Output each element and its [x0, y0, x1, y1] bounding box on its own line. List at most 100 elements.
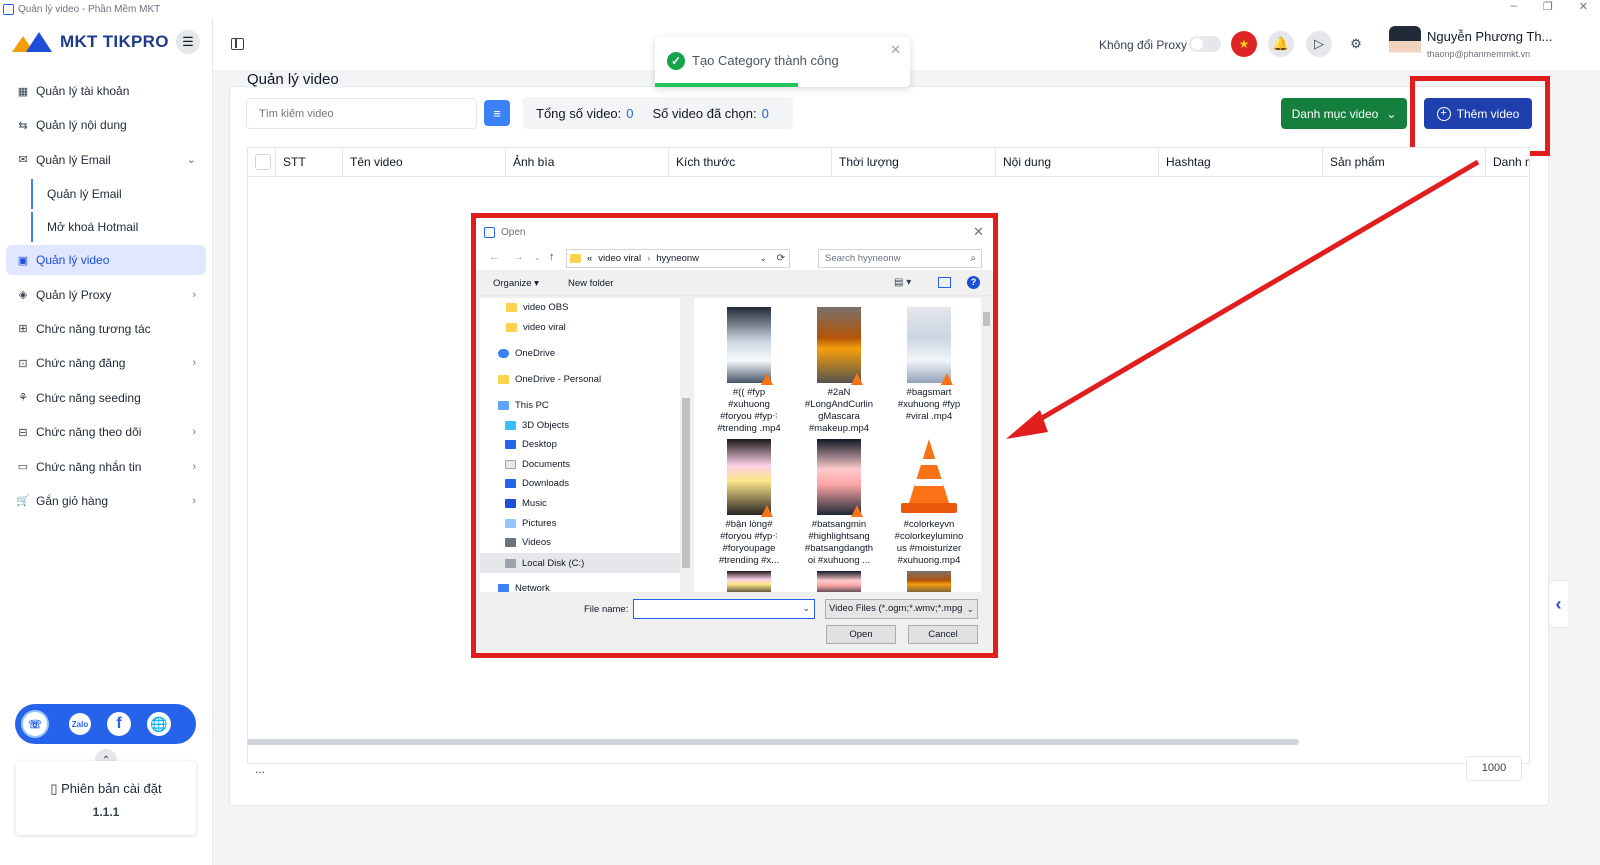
- file-item[interactable]: #(( #fyp #xuhuong #foryou #fyp⁖ #trendin…: [707, 307, 791, 435]
- cancel-button[interactable]: Cancel: [908, 625, 978, 644]
- col-name[interactable]: Tên video: [342, 148, 403, 177]
- pictures-icon: [505, 519, 516, 528]
- tree-scrollbar[interactable]: [680, 298, 692, 592]
- sidebar-item-email[interactable]: ✉ Quản lý Email ⌄: [6, 145, 206, 175]
- sidebar-item-interact[interactable]: ⊞ Chức năng tương tác: [6, 314, 206, 344]
- video-thumbnail[interactable]: [817, 571, 861, 592]
- restore-button[interactable]: ❐: [1543, 0, 1553, 13]
- col-stt[interactable]: STT: [275, 148, 306, 177]
- close-icon[interactable]: ✕: [973, 224, 984, 240]
- avatar[interactable]: [1389, 26, 1421, 64]
- bell-icon[interactable]: 🔔: [1268, 31, 1294, 57]
- dialog-search-input[interactable]: Search hyyneonw ⌕: [818, 249, 982, 268]
- zalo-icon[interactable]: Zalo: [69, 713, 91, 735]
- select-all-checkbox[interactable]: [255, 154, 271, 170]
- organize-button[interactable]: Organize ▾: [493, 278, 539, 289]
- file-name-line: oi #xuhuong ...: [807, 555, 871, 566]
- breadcrumb-video-viral[interactable]: video viral: [598, 253, 641, 264]
- menu-toggle-button[interactable]: ☰: [176, 30, 200, 54]
- tree-item[interactable]: Documents: [505, 459, 570, 470]
- expand-panel-tab[interactable]: ‹: [1548, 580, 1568, 628]
- logo[interactable]: MKT TIKPRO: [12, 32, 169, 52]
- col-category[interactable]: Danh m: [1485, 148, 1529, 177]
- facebook-icon[interactable]: f: [107, 712, 131, 736]
- play-icon[interactable]: ▷: [1306, 31, 1332, 57]
- close-icon[interactable]: ✕: [890, 42, 901, 58]
- sidebar-item-post[interactable]: ⊡ Chức năng đăng ›: [6, 348, 206, 378]
- support-icon[interactable]: ☏: [21, 710, 49, 738]
- page-size-select[interactable]: 1000: [1466, 756, 1522, 781]
- gear-icon[interactable]: ⚙: [1343, 31, 1369, 57]
- sidebar-item-content[interactable]: ⇆ Quản lý nội dung: [6, 110, 206, 140]
- sidebar-item-follow[interactable]: ⊟ Chức năng theo dõi ›: [6, 417, 206, 447]
- search-input[interactable]: [246, 98, 477, 129]
- sidebar-item-seeding[interactable]: ⚘ Chức năng seeding: [6, 383, 206, 413]
- address-bar[interactable]: « video viral › hyyneonw ⌄ ⟳: [566, 249, 790, 268]
- minimize-button[interactable]: –: [1511, 0, 1517, 13]
- file-scrollbar[interactable]: [981, 298, 992, 592]
- social-bar: ☏ Zalo f 🌐: [15, 704, 196, 744]
- tree-item[interactable]: This PC: [498, 400, 549, 411]
- file-item[interactable]: #batsangmin #highlightsang #batsangdangt…: [797, 439, 881, 567]
- desktop-icon: [505, 440, 516, 449]
- sidebar-subitem-email[interactable]: Quản lý Email: [31, 179, 206, 210]
- proxy-toggle[interactable]: [1189, 36, 1221, 52]
- tree-item[interactable]: Music: [505, 498, 547, 509]
- tree-item[interactable]: Videos: [505, 537, 551, 548]
- new-folder-button[interactable]: New folder: [568, 278, 613, 289]
- col-cover[interactable]: Ảnh bìa: [505, 148, 554, 177]
- tree-item[interactable]: Network: [498, 583, 550, 592]
- sidebar-item-message[interactable]: ▭ Chức năng nhắn tin ›: [6, 452, 206, 482]
- col-content[interactable]: Nội dung: [995, 148, 1051, 177]
- breadcrumb-overflow[interactable]: «: [587, 253, 592, 264]
- scroll-thumb[interactable]: [682, 398, 690, 568]
- file-item[interactable]: #bận lòng# #foryou #fyp⁖ #foryoupage #tr…: [707, 439, 791, 567]
- preview-pane-icon[interactable]: [938, 277, 951, 288]
- tree-item[interactable]: video viral: [506, 322, 566, 333]
- tree-item[interactable]: Pictures: [505, 518, 556, 529]
- sidebar-subitem-hotmail[interactable]: Mở khoá Hotmail: [31, 212, 206, 243]
- pagination-dots[interactable]: ...: [255, 762, 265, 776]
- scroll-thumb[interactable]: [983, 312, 990, 326]
- filter-button[interactable]: ≡: [484, 100, 510, 126]
- sidebar-item-accounts[interactable]: ▦ Quản lý tài khoản: [6, 76, 206, 106]
- col-hashtag[interactable]: Hashtag: [1158, 148, 1211, 177]
- tree-item[interactable]: Downloads: [505, 478, 569, 489]
- recent-dropdown-icon[interactable]: ⌄: [534, 253, 541, 262]
- video-thumbnail[interactable]: [727, 571, 771, 592]
- help-icon[interactable]: ?: [967, 276, 980, 289]
- globe-icon[interactable]: 🌐: [147, 712, 171, 736]
- tree-item[interactable]: 3D Objects: [505, 420, 569, 431]
- vietnam-flag-icon[interactable]: ★: [1231, 31, 1257, 57]
- file-name-input[interactable]: ⌄: [633, 599, 815, 619]
- view-options-icon[interactable]: ▤ ▾: [894, 277, 911, 288]
- chevron-down-icon[interactable]: ⌄: [802, 603, 810, 614]
- tree-item[interactable]: Desktop: [505, 439, 557, 450]
- col-product[interactable]: Sản phẩm: [1322, 148, 1385, 177]
- video-category-button[interactable]: Danh mục video ⌄: [1281, 98, 1407, 129]
- tree-item[interactable]: OneDrive: [498, 348, 555, 359]
- tree-item[interactable]: video OBS: [506, 302, 568, 313]
- file-item[interactable]: #bagsmart #xuhuong #fyp #viral .mp4: [887, 307, 971, 423]
- forward-icon[interactable]: →: [513, 251, 524, 263]
- open-button[interactable]: Open: [826, 625, 896, 644]
- sidebar-item-cart[interactable]: 🛒 Gắn giỏ hàng ›: [6, 486, 206, 516]
- sidebar-item-proxy[interactable]: ◈ Quản lý Proxy ›: [6, 280, 206, 310]
- col-size[interactable]: Kích thước: [668, 148, 735, 177]
- back-icon[interactable]: ←: [489, 251, 500, 263]
- file-item[interactable]: #2aN #LongAndCurlin gMascara #makeup.mp4: [797, 307, 881, 435]
- tree-item-selected[interactable]: Local Disk (C:): [480, 553, 680, 573]
- col-duration[interactable]: Thời lượng: [831, 148, 899, 177]
- close-window-button[interactable]: ✕: [1579, 0, 1588, 13]
- breadcrumb-hyyneonw[interactable]: hyyneonw: [656, 253, 699, 264]
- horizontal-scrollbar[interactable]: [247, 739, 1299, 745]
- tree-item[interactable]: OneDrive - Personal: [498, 374, 601, 385]
- file-item[interactable]: #colorkeyvn #colorkeylumino us #moisturi…: [887, 439, 971, 567]
- layout-toggle-icon[interactable]: [231, 38, 244, 50]
- file-type-select[interactable]: Video Files (*.ogm;*.wmv;*.mpg ⌄: [825, 599, 978, 619]
- video-thumbnail[interactable]: [907, 571, 951, 592]
- sidebar-item-video[interactable]: ▣ Quản lý video: [6, 245, 206, 276]
- refresh-icon[interactable]: ⟳: [777, 253, 785, 264]
- up-icon[interactable]: ↑: [549, 251, 555, 263]
- chevron-down-icon[interactable]: ⌄: [759, 253, 767, 264]
